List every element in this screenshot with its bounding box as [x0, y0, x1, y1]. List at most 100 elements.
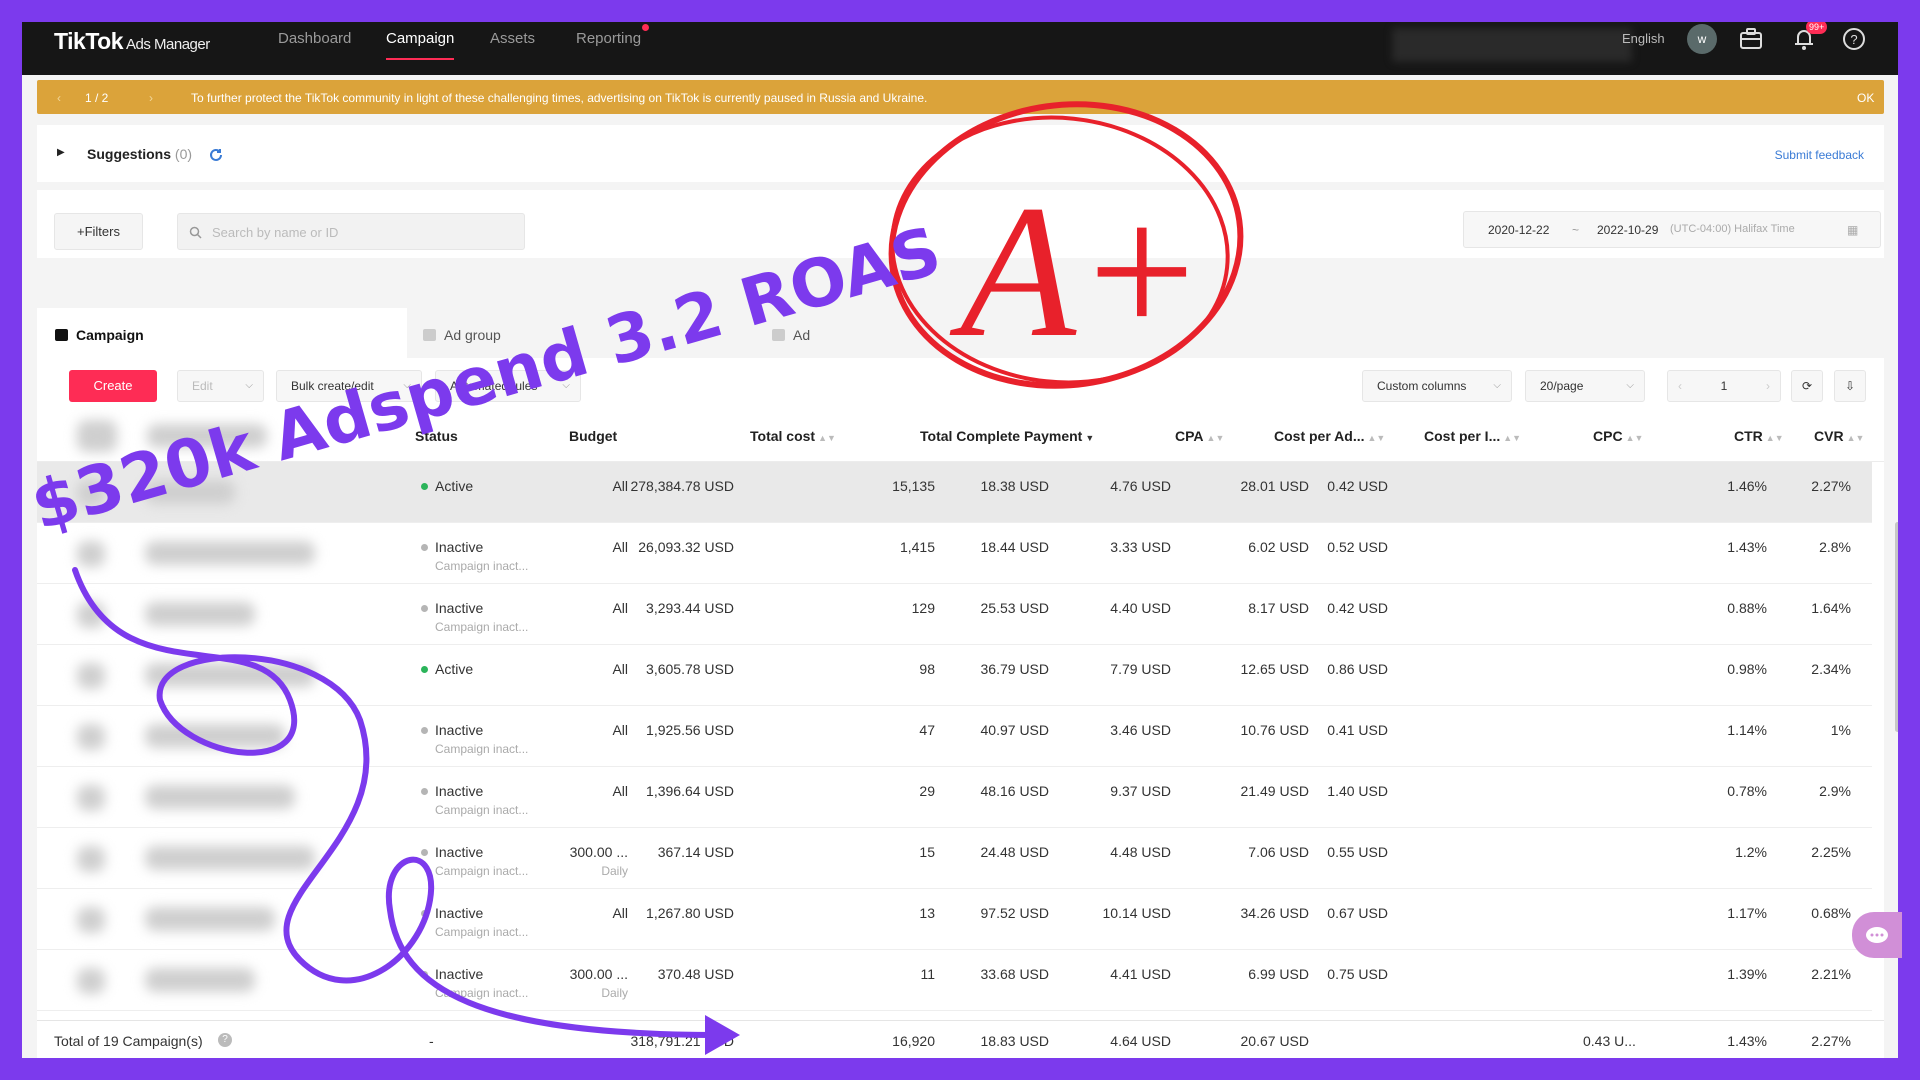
- search-input[interactable]: Search by name or ID: [177, 213, 525, 250]
- cpc: 0.42 USD: [1327, 600, 1388, 616]
- briefcase-icon[interactable]: [1737, 25, 1765, 53]
- cost-per-ad: 4.48 USD: [1110, 844, 1171, 860]
- table-row[interactable]: Inactive Campaign inact... All 3,293.44 USD…: [37, 584, 1872, 645]
- tab-ad[interactable]: Ad: [772, 308, 972, 358]
- help-icon[interactable]: ?: [1840, 25, 1868, 53]
- nav-reporting[interactable]: Reporting: [576, 30, 641, 47]
- ctr: 0.98%: [1727, 661, 1767, 677]
- col-cvr-label: CVR: [1814, 428, 1844, 444]
- page-size-select[interactable]: 20/page ⌵: [1525, 370, 1645, 402]
- edit-button[interactable]: Edit ⌵: [177, 370, 264, 402]
- table-row[interactable]: Inactive Campaign inact... All 26,093.32 US…: [37, 523, 1872, 584]
- total-complete-payment: 29: [919, 783, 935, 799]
- budget: All: [612, 661, 628, 677]
- cpa: 48.16 USD: [980, 783, 1049, 799]
- col-cvr[interactable]: CVR ▲▼: [1814, 428, 1864, 444]
- cost-per-install: 28.01 USD: [1240, 478, 1309, 494]
- automated-rules-button[interactable]: Automated rules ⌵: [435, 370, 581, 402]
- nav-dashboard[interactable]: Dashboard: [278, 30, 351, 47]
- start-date: 2020-12-22: [1488, 223, 1550, 237]
- banner-ok[interactable]: OK: [1857, 91, 1874, 105]
- help-icon[interactable]: ?: [218, 1033, 232, 1047]
- date-range-picker[interactable]: 2020-12-22 ~ 2022-10-29 (UTC-04:00) Hali…: [1463, 211, 1881, 248]
- table-scrollbar[interactable]: [1895, 522, 1898, 732]
- table-row[interactable]: Active All 3,605.78 USD 98 36.79 USD 7.79 USD…: [37, 645, 1872, 706]
- caret-right-icon[interactable]: ▶: [57, 147, 65, 158]
- col-status[interactable]: Status: [415, 428, 458, 444]
- col-cpa[interactable]: CPA ▲▼: [1175, 428, 1224, 444]
- ctr: 1.39%: [1727, 966, 1767, 982]
- chevron-down-icon: ⌵: [1626, 380, 1634, 391]
- refresh-icon[interactable]: [208, 147, 224, 163]
- cpc: 0.42 USD: [1327, 478, 1388, 494]
- status-dot-icon: [421, 727, 428, 734]
- prev-icon[interactable]: ‹: [57, 91, 61, 105]
- custom-columns-button[interactable]: Custom columns ⌵: [1362, 370, 1512, 402]
- tab-campaign[interactable]: Campaign: [37, 308, 407, 358]
- total-payments: 16,920: [892, 1033, 935, 1049]
- automated-label: Automated rules: [450, 379, 538, 393]
- ads-manager-window: TikTok Ads Manager Dashboard Campaign Ass…: [22, 22, 1898, 1058]
- cvr: 1%: [1830, 722, 1851, 738]
- blurred-campaign-name: [145, 785, 295, 809]
- table-row[interactable]: Inactive Campaign inact... All 1,267.80 USD…: [37, 889, 1872, 950]
- blurred-checkbox: [77, 420, 117, 452]
- col-total-cost[interactable]: Total cost ▲▼: [750, 428, 836, 444]
- nav-assets[interactable]: Assets: [490, 30, 535, 47]
- col-cost-per-ad[interactable]: Cost per Ad... ▲▼: [1274, 428, 1385, 444]
- nav-campaign[interactable]: Campaign: [386, 30, 455, 60]
- budget: All: [612, 783, 628, 799]
- col-budget[interactable]: Budget: [569, 428, 617, 444]
- next-icon[interactable]: ›: [149, 91, 153, 105]
- blurred-toggle: [77, 663, 105, 689]
- total-row: Total of 19 Campaign(s) ? - 318,791.21 U…: [37, 1020, 1884, 1058]
- create-button[interactable]: Create: [69, 370, 157, 402]
- cpa: 25.53 USD: [980, 600, 1049, 616]
- suggestions-label[interactable]: Suggestions (0): [87, 146, 192, 162]
- table-row[interactable]: Inactive Campaign inact... 300.00 ... Daily…: [37, 828, 1872, 889]
- table-header: Status Budget Total cost ▲▼ Total Complet…: [37, 410, 1884, 462]
- cvr: 2.21%: [1811, 966, 1851, 982]
- blurred-toggle: [77, 602, 105, 628]
- table-row[interactable]: Active All 278,384.78 USD 15,135 18.38 USD 4.…: [37, 462, 1872, 523]
- blurred-campaign-name: [145, 968, 255, 992]
- tab-ad-group[interactable]: Ad group: [423, 308, 663, 358]
- submit-feedback-link[interactable]: Submit feedback: [1775, 148, 1864, 162]
- refresh-table-button[interactable]: ⟳: [1791, 370, 1823, 402]
- blurred-name-header: [147, 424, 267, 448]
- cvr: 2.9%: [1819, 783, 1851, 799]
- table-row[interactable]: Inactive Campaign inact... 300.00 ... Daily…: [37, 950, 1872, 1011]
- next-page-icon[interactable]: ›: [1766, 371, 1770, 401]
- col-ctr[interactable]: CTR ▲▼: [1734, 428, 1784, 444]
- table-row[interactable]: Inactive Campaign inact... All 1,396.64 USD…: [37, 767, 1872, 828]
- bulk-edit-button[interactable]: Bulk create/edit ⌵: [276, 370, 422, 402]
- table-row[interactable]: Inactive Campaign inact... All 1,925.56 USD…: [37, 706, 1872, 767]
- status-dot-icon: [421, 788, 428, 795]
- prev-page-icon[interactable]: ‹: [1678, 371, 1682, 401]
- sort-icon: ▲▼: [818, 433, 836, 443]
- col-total-complete-payment[interactable]: Total Complete Payment ▼: [920, 428, 1094, 444]
- export-button[interactable]: ⇩: [1834, 370, 1866, 402]
- col-cost-per-install[interactable]: Cost per I... ▲▼: [1424, 428, 1521, 444]
- banner-message: To further protect the TikTok community …: [191, 91, 928, 105]
- total-cpc: 0.43 U...: [1583, 1033, 1636, 1049]
- brand-logo[interactable]: TikTok Ads Manager: [54, 28, 210, 55]
- total-budget: -: [429, 1033, 434, 1049]
- total-complete-payment: 47: [919, 722, 935, 738]
- language-switch[interactable]: English: [1622, 31, 1665, 46]
- blurred-campaign-name: [145, 907, 275, 931]
- top-nav: TikTok Ads Manager Dashboard Campaign Ass…: [22, 22, 1898, 75]
- total-complete-payment: 1,415: [899, 539, 935, 555]
- cvr: 2.34%: [1811, 661, 1851, 677]
- reporting-dot-icon: [642, 24, 649, 31]
- blurred-toggle: [77, 480, 105, 506]
- total-complete-payment: 15,135: [892, 478, 935, 494]
- status-text: Active: [435, 661, 474, 677]
- chat-support-button[interactable]: [1852, 912, 1902, 958]
- pagination[interactable]: ‹ 1 ›: [1667, 370, 1781, 402]
- ctr: 1.46%: [1727, 478, 1767, 494]
- col-cpc[interactable]: CPC ▲▼: [1593, 428, 1643, 444]
- status-sub: Campaign inact...: [435, 742, 529, 756]
- avatar[interactable]: w: [1687, 24, 1717, 54]
- filters-button[interactable]: +Filters: [54, 213, 143, 250]
